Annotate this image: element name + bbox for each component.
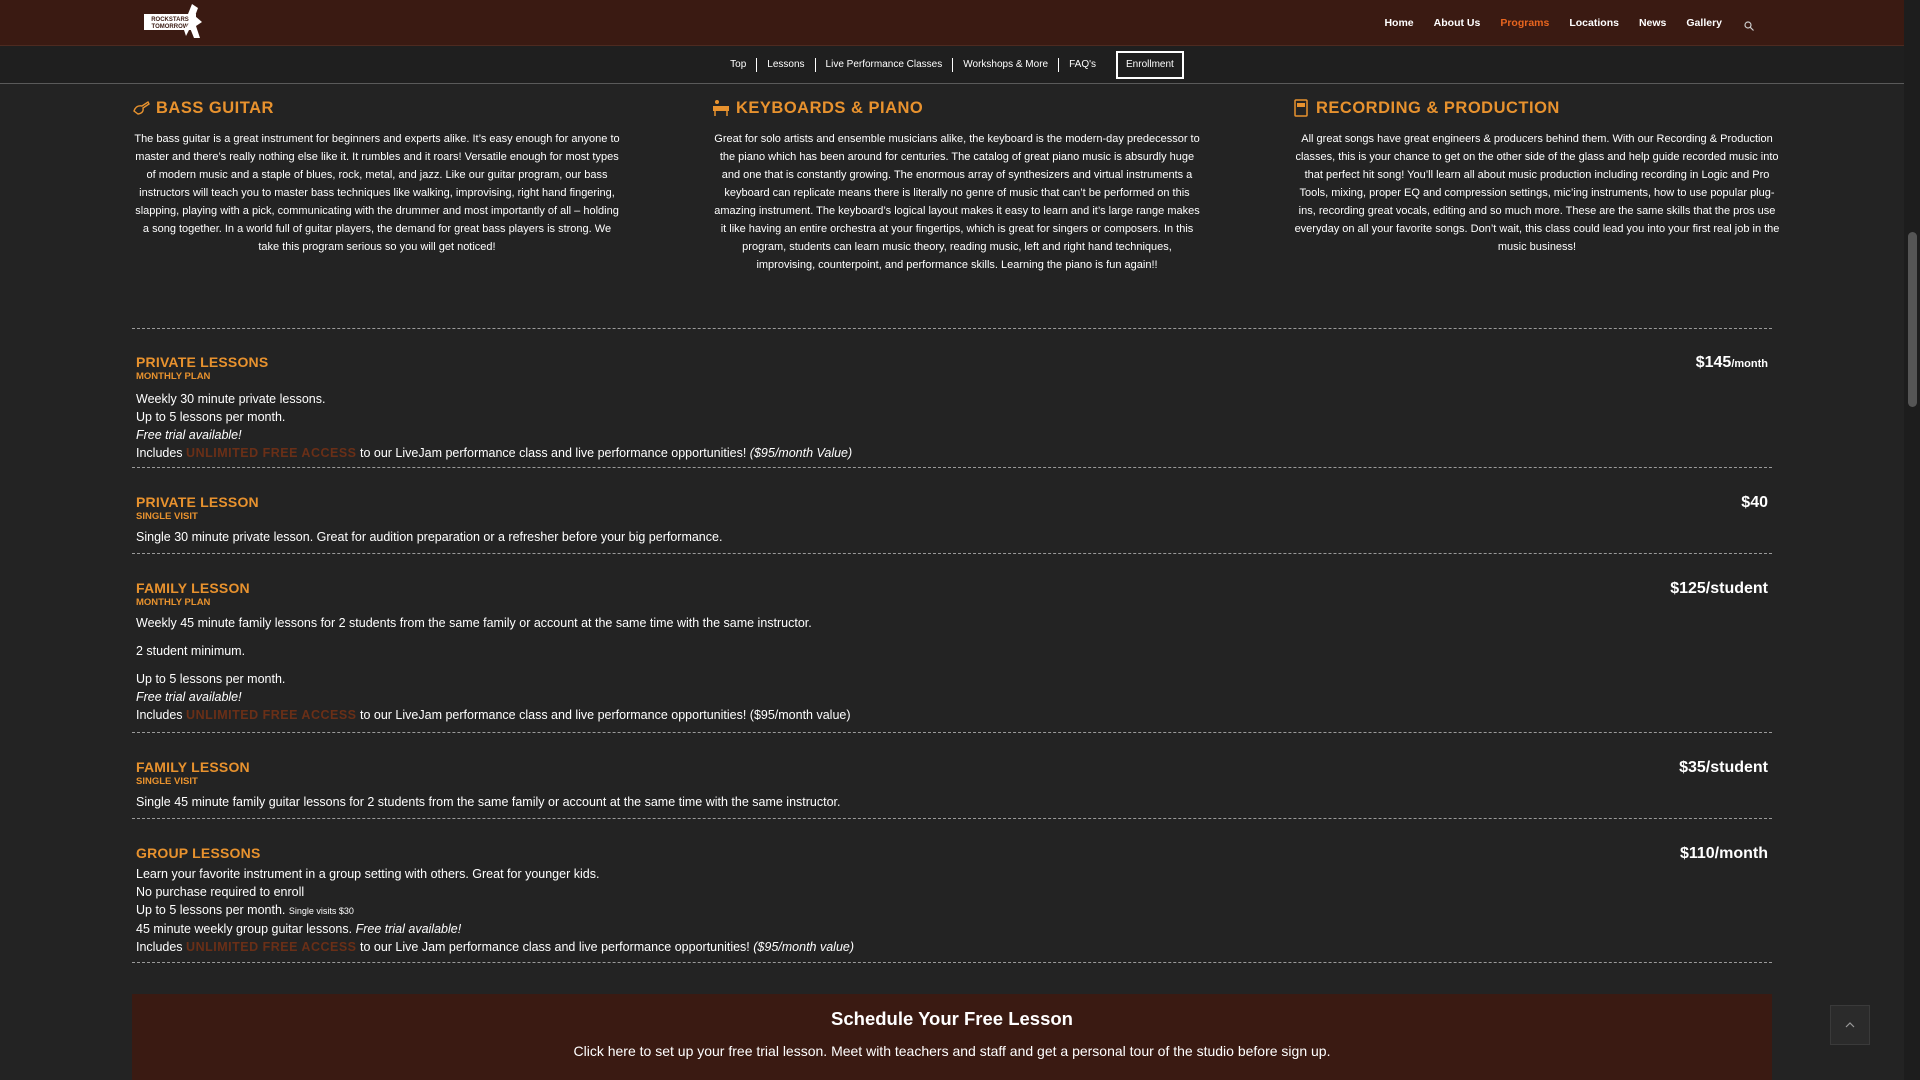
plan-group: GROUP LESSONS $110/month Learn your favo… bbox=[136, 845, 1770, 956]
plan-line: Single 30 minute private lesson. Great f… bbox=[136, 530, 723, 544]
nav-news[interactable]: News bbox=[1639, 17, 1666, 29]
plan-family-monthly: FAMILY LESSON MONTHLY PLAN $125/student … bbox=[136, 580, 1770, 724]
scroll-to-top-button[interactable] bbox=[1830, 1005, 1870, 1045]
nav-about-us[interactable]: About Us bbox=[1434, 17, 1481, 29]
plan-price: $35/student bbox=[1679, 759, 1768, 776]
plan-line: Learn your favorite instrument in a grou… bbox=[136, 867, 600, 881]
subnav-faqs[interactable]: FAQ's bbox=[1058, 57, 1106, 72]
recording-production-description: All great songs have great engineers & p… bbox=[1294, 133, 1780, 253]
plan-private-monthly: PRIVATE LESSONS MONTHLY PLAN $145/month … bbox=[136, 354, 1770, 462]
subnav-live-performance[interactable]: Live Performance Classes bbox=[814, 57, 953, 72]
unlimited-free-access-link[interactable]: UNLIMITED FREE ACCESS bbox=[186, 446, 356, 460]
plan-trial: Free trial available! bbox=[136, 428, 242, 442]
bass-guitar-title: BASS GUITAR bbox=[156, 98, 274, 117]
plan-includes: Includes UNLIMITED FREE ACCESS to our Li… bbox=[136, 446, 853, 460]
single-visits-note: Single visits $30 bbox=[288, 906, 354, 916]
scrollbar-thumb[interactable] bbox=[1908, 232, 1917, 407]
keyboards-piano-section: KEYBOARDS & PIANO Great for solo artists… bbox=[712, 96, 1202, 274]
piano-icon bbox=[712, 99, 730, 117]
plan-line: Weekly 45 minute family lessons for 2 st… bbox=[136, 616, 812, 630]
main-nav: Home About Us Programs Locations News Ga… bbox=[1364, 0, 1754, 45]
keyboards-piano-title: KEYBOARDS & PIANO bbox=[736, 98, 924, 117]
plan-trial: Free trial available! bbox=[136, 690, 242, 704]
logo[interactable]: ROCKSTARS TOMORROW bbox=[140, 0, 212, 44]
plan-price: $145/month bbox=[1695, 354, 1768, 371]
recorder-icon bbox=[1292, 99, 1310, 117]
plan-line: Up to 5 lessons per month. Single visits… bbox=[136, 903, 354, 917]
cta-title: Schedule Your Free Lesson bbox=[831, 1008, 1073, 1029]
plan-price: $125/student bbox=[1670, 580, 1768, 597]
cta-text: Click here to set up your free trial les… bbox=[573, 1043, 1331, 1059]
section-subnav: Top Lessons Live Performance Classes Wor… bbox=[0, 46, 1904, 84]
plan-line: No purchase required to enroll bbox=[136, 885, 305, 899]
divider bbox=[132, 732, 1772, 733]
plan-subtitle: MONTHLY PLAN bbox=[136, 371, 211, 382]
schedule-free-lesson-banner[interactable]: Schedule Your Free Lesson Click here to … bbox=[132, 994, 1772, 1080]
divider bbox=[132, 467, 1772, 468]
plan-line: Up to 5 lessons per month. bbox=[136, 410, 286, 424]
divider bbox=[132, 962, 1772, 963]
bass-guitar-icon bbox=[132, 99, 150, 117]
nav-locations[interactable]: Locations bbox=[1569, 17, 1619, 29]
plan-title: FAMILY LESSON bbox=[136, 759, 250, 775]
nav-programs[interactable]: Programs bbox=[1500, 17, 1549, 29]
plan-family-single: FAMILY LESSON SINGLE VISIT $35/student S… bbox=[136, 759, 1770, 811]
plan-private-single: PRIVATE LESSON SINGLE VISIT $40 Single 3… bbox=[136, 494, 1770, 546]
divider bbox=[132, 328, 1772, 329]
plan-title: PRIVATE LESSON bbox=[136, 494, 259, 510]
svg-text:TOMORROW: TOMORROW bbox=[152, 24, 189, 30]
plan-price: $110/month bbox=[1679, 845, 1768, 862]
nav-gallery[interactable]: Gallery bbox=[1686, 17, 1722, 29]
divider bbox=[132, 818, 1772, 819]
bass-guitar-description: The bass guitar is a great instrument fo… bbox=[134, 133, 620, 253]
subnav-enrollment-button[interactable]: Enrollment bbox=[1116, 50, 1184, 79]
unlimited-free-access-link[interactable]: UNLIMITED FREE ACCESS bbox=[186, 708, 356, 722]
recording-production-section: RECORDING & PRODUCTION All great songs h… bbox=[1292, 96, 1782, 256]
plan-title: GROUP LESSONS bbox=[136, 845, 261, 861]
scrollbar[interactable] bbox=[1904, 0, 1920, 1080]
unlimited-free-access-link[interactable]: UNLIMITED FREE ACCESS bbox=[186, 940, 356, 954]
top-navigation-bar: ROCKSTARS TOMORROW Home About Us Program… bbox=[0, 0, 1904, 46]
plan-title: PRIVATE LESSONS bbox=[136, 354, 269, 370]
plan-line: Up to 5 lessons per month. bbox=[136, 672, 286, 686]
plan-title: FAMILY LESSON bbox=[136, 580, 250, 596]
plan-price: $40 bbox=[1741, 494, 1768, 511]
divider bbox=[132, 553, 1772, 554]
svg-text:ROCKSTARS: ROCKSTARS bbox=[151, 17, 189, 23]
plan-line: 2 student minimum. bbox=[136, 644, 246, 658]
plan-line: 45 minute weekly group guitar lessons. F… bbox=[136, 922, 462, 936]
plan-includes: Includes UNLIMITED FREE ACCESS to our Li… bbox=[136, 940, 855, 954]
chevron-up-icon bbox=[1845, 1020, 1855, 1031]
subnav-workshops[interactable]: Workshops & More bbox=[952, 57, 1058, 72]
nav-home[interactable]: Home bbox=[1384, 17, 1413, 29]
search-icon[interactable] bbox=[1744, 18, 1754, 31]
plan-subtitle: MONTHLY PLAN bbox=[136, 597, 211, 608]
plan-subtitle: SINGLE VISIT bbox=[136, 511, 198, 522]
bass-guitar-section: BASS GUITAR The bass guitar is a great i… bbox=[132, 96, 622, 256]
plan-subtitle: SINGLE VISIT bbox=[136, 776, 198, 787]
subnav-lessons[interactable]: Lessons bbox=[756, 57, 814, 72]
plan-line: Single 45 minute family guitar lessons f… bbox=[136, 795, 841, 809]
subnav-top[interactable]: Top bbox=[720, 58, 756, 72]
recording-production-title: RECORDING & PRODUCTION bbox=[1316, 98, 1560, 117]
plan-line: Weekly 30 minute private lessons. bbox=[136, 392, 326, 406]
keyboards-piano-description: Great for solo artists and ensemble musi… bbox=[714, 133, 1200, 271]
plan-includes: Includes UNLIMITED FREE ACCESS to our Li… bbox=[136, 708, 851, 722]
